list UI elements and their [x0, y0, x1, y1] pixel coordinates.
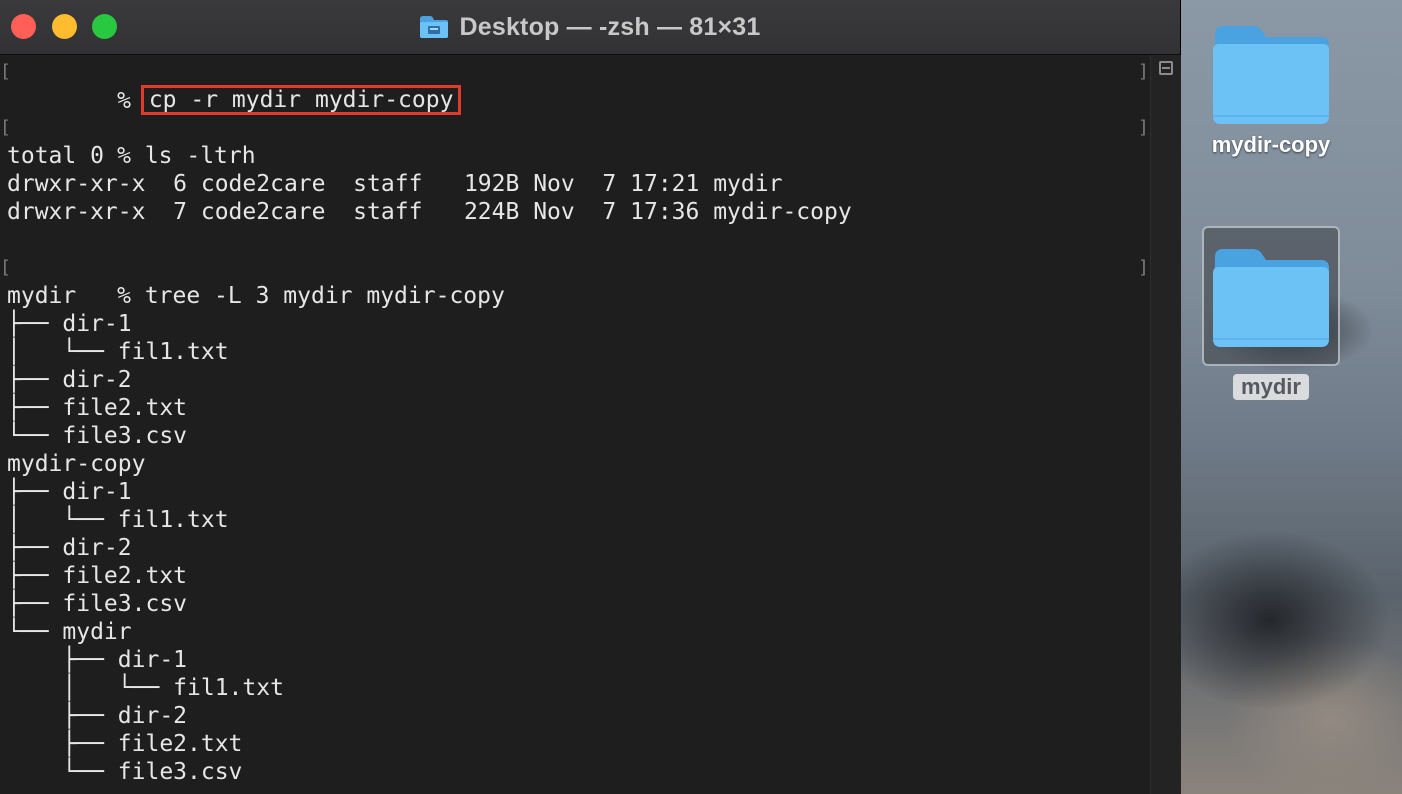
scrollbar-gutter[interactable] [1150, 55, 1181, 794]
desktop-folder-mydir[interactable]: mydir [1196, 226, 1346, 400]
folder-icon [420, 16, 449, 38]
mark-bracket-left: [ [0, 117, 11, 138]
selection-highlight [1202, 226, 1340, 366]
desktop-folder-label: mydir-copy [1211, 132, 1331, 157]
output-line: ├── dir-1 [7, 311, 132, 337]
folder-icon [1213, 26, 1329, 124]
output-line: ├── dir-2 [7, 367, 132, 393]
output-line: │ └── fil1.txt [7, 675, 284, 701]
output-line: drwxr-xr-x 6 code2care staff 192B Nov 7 … [7, 171, 783, 197]
title-bar[interactable]: Desktop — -zsh — 81×31 [0, 0, 1180, 55]
window-title: Desktop — -zsh — 81×31 [459, 12, 761, 41]
terminal-window[interactable]: Desktop — -zsh — 81×31 [% cp -r mydir my… [0, 0, 1181, 794]
output-line: ├── dir-1 [7, 647, 188, 673]
prompt-line-ls: [% ls -ltrh] [0, 114, 1150, 169]
zoom-button[interactable] [92, 14, 117, 39]
output-line: ├── dir-2 [7, 703, 188, 729]
output-line: └── mydir [7, 619, 132, 645]
output-line: mydir [7, 283, 77, 309]
close-button[interactable] [11, 14, 36, 39]
output-line: ├── file3.csv [7, 591, 188, 617]
output-line: total 0 [7, 143, 104, 169]
output-line: └── file3.csv [7, 423, 188, 449]
output-line: ├── dir-1 [7, 479, 132, 505]
prompt-line-tree: [% tree -L 3 mydir mydir-copy] [0, 254, 1150, 309]
output-line: ├── file2.txt [7, 731, 243, 757]
output-line: ├── file2.txt [7, 563, 188, 589]
desktop-folder-label: mydir [1233, 374, 1309, 400]
output-line: │ └── fil1.txt [7, 507, 229, 533]
output-line: └── file3.csv [7, 759, 243, 785]
mark-bracket-right: ] [1138, 257, 1149, 278]
output-line: mydir-copy [7, 451, 146, 477]
output-line: drwxr-xr-x 7 code2care staff 224B Nov 7 … [7, 199, 852, 225]
output-line: ├── file2.txt [7, 395, 188, 421]
folder-icon [1213, 249, 1329, 347]
desktop-folder-mydir-copy[interactable]: mydir-copy [1196, 20, 1346, 158]
split-pane-icon[interactable] [1159, 61, 1173, 75]
mark-bracket-right: ] [1138, 117, 1149, 138]
minimize-button[interactable] [52, 14, 77, 39]
mark-bracket-left: [ [0, 257, 11, 278]
output-line: ├── dir-2 [7, 535, 132, 561]
mark-bracket-left: [ [0, 61, 11, 82]
prompt-line-cp: [% cp -r mydir mydir-copy] [0, 58, 1150, 115]
window-title-group: Desktop — -zsh — 81×31 [419, 13, 760, 42]
terminal-content[interactable]: [% cp -r mydir mydir-copy] [% ls -ltrh] … [0, 58, 1150, 786]
desktop-wallpaper: mydir-copy mydir [1180, 0, 1402, 794]
mark-bracket-right: ] [1138, 61, 1149, 82]
output-line: │ └── fil1.txt [7, 339, 229, 365]
